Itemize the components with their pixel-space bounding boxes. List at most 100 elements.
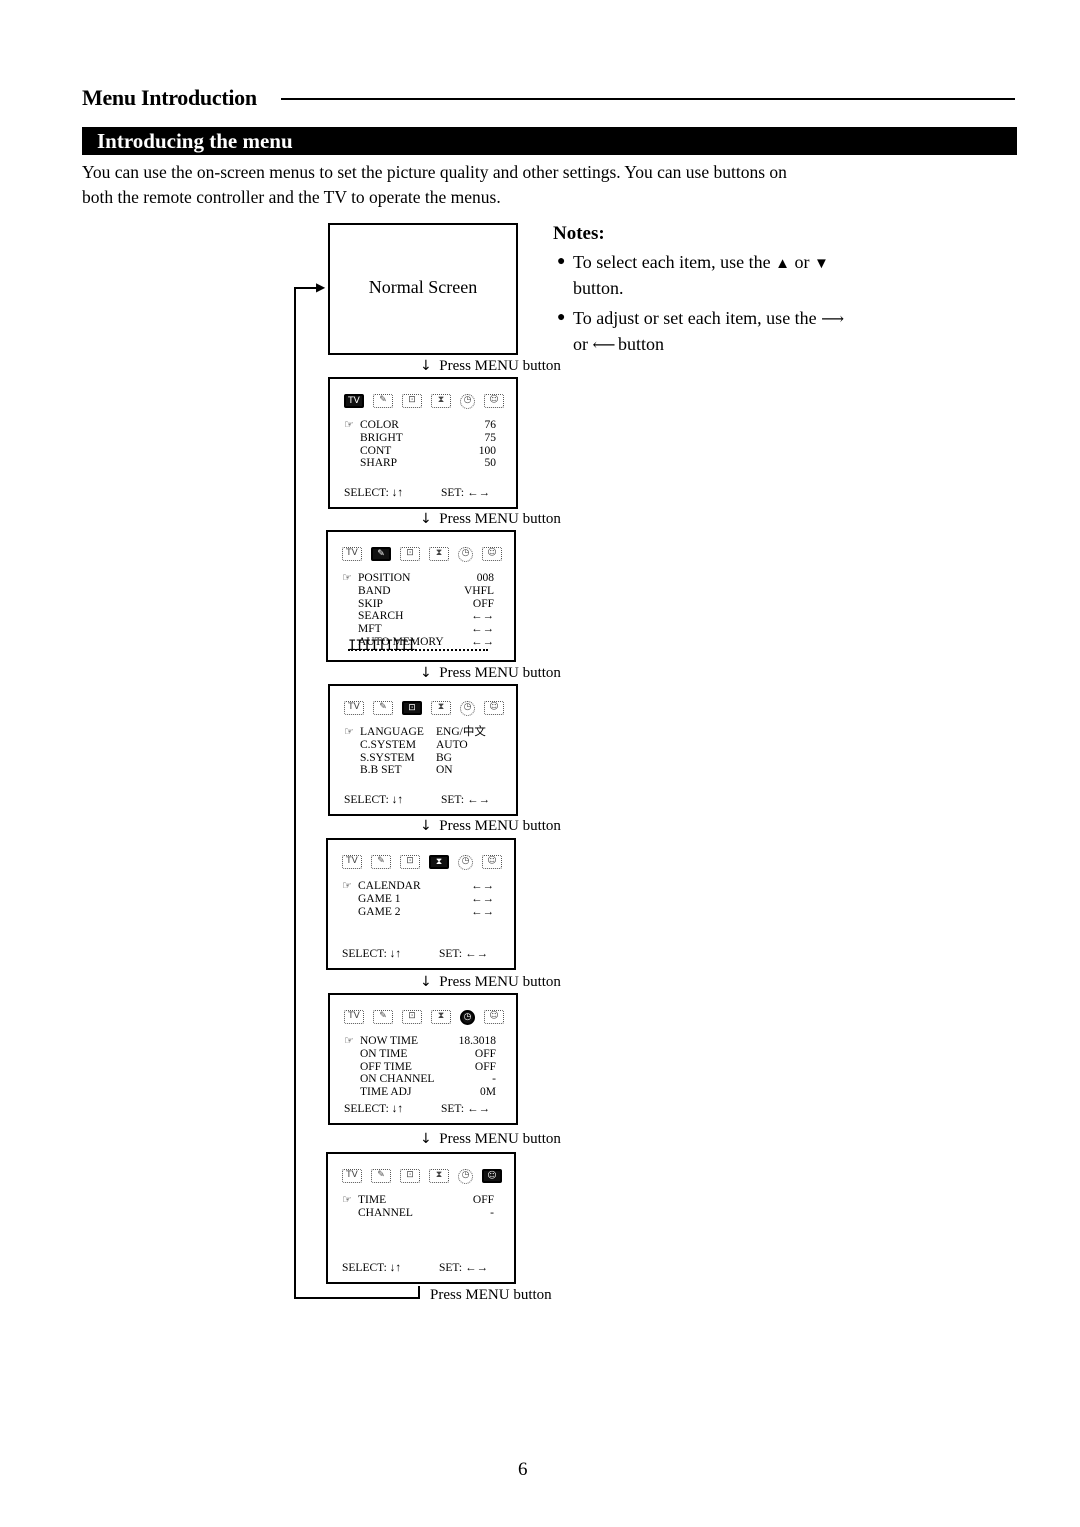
menu-item: ☞ TIME OFF: [342, 1193, 494, 1207]
loop-arrowhead-icon: ▶: [316, 280, 326, 294]
menu-tab-icons: TV ✎ ⊡ ⧗ ◷ ☺: [342, 1169, 502, 1184]
menu-item: ☞ POSITION 008: [342, 571, 494, 585]
child-lock-icon: ☺: [484, 1010, 504, 1024]
pointer-hand-icon: [342, 610, 358, 623]
bullet-icon: ●: [557, 254, 566, 269]
pointer-hand-icon: [344, 1086, 360, 1099]
menu-item-value: ←→: [471, 623, 494, 636]
menu-item-label: ON CHANNEL: [360, 1073, 435, 1086]
menu-item: BRIGHT 75: [344, 432, 496, 445]
note-text: button.: [573, 278, 624, 298]
loop-connector-up: [418, 1286, 420, 1299]
press-menu-label: ↓ Press MENU button: [420, 358, 561, 375]
tv-picture-icon: TV: [344, 701, 364, 715]
menu-tab-icons: TV ✎ ⊡ ⧗ ◷ ☺: [342, 855, 502, 870]
press-menu-label: ↓ Press MENU button: [420, 1131, 561, 1148]
menu-items: ☞ CALENDAR ←→ GAME 1 ←→ GAME 2 ←→: [342, 879, 494, 918]
page-number: 6: [518, 1459, 528, 1480]
press-menu-text: Press MENU button: [430, 1287, 552, 1303]
menu-item-label: TIME ADJ: [360, 1086, 412, 1099]
pointer-hand-icon: ☞: [344, 725, 354, 738]
select-label: SELECT:: [342, 948, 387, 960]
menu-item-label: B.B SET: [360, 764, 402, 777]
clock-timer-icon: ◷: [460, 701, 475, 716]
menu-item-label: POSITION: [358, 572, 411, 584]
antenna-tuning-icon: ✎: [373, 701, 393, 715]
pointer-hand-icon: [342, 623, 358, 636]
menu-item: B.B SET ON: [344, 764, 496, 777]
menu-item-label: MFT: [358, 623, 382, 636]
menu-tab-icons: TV ✎ ⊡ ⧗ ◷ ☺: [344, 394, 504, 409]
menu-item-value: OFF: [474, 1060, 496, 1073]
menu-item: ☞ LANGUAGE ENG/中文: [344, 725, 496, 739]
menu-item: ☞ CALENDAR ←→: [342, 879, 494, 893]
menu-item-label: LANGUAGE: [360, 726, 424, 738]
menu-item-value: 50: [484, 457, 497, 470]
menu-tab-icons: TV ✎ ⊡ ⧗ ◷ ☺: [344, 701, 504, 716]
press-menu-text: Press MENU button: [439, 511, 561, 527]
down-arrow-icon: ↓: [420, 974, 432, 990]
menu-item: ☞ NOW TIME 18.3018: [344, 1034, 496, 1048]
set-label: SET:: [439, 948, 463, 960]
menu-item-value: 0M: [480, 1086, 496, 1099]
game-icon: ⧗: [431, 701, 451, 715]
pointer-hand-icon: [342, 585, 358, 598]
left-right-arrows-icon: ←→: [466, 487, 490, 499]
menu-footer: SELECT: ↓↑ SET: ←→: [344, 794, 500, 806]
pointer-hand-icon: [342, 598, 358, 611]
menu-item: SHARP 50: [344, 457, 496, 470]
menu-item-label: S.SYSTEM: [360, 751, 415, 764]
clock-timer-icon: ◷: [460, 394, 475, 409]
left-right-arrows-icon: ←→: [466, 794, 490, 806]
set-label: SET:: [441, 794, 465, 806]
select-label: SELECT:: [344, 1103, 389, 1115]
normal-screen-label: Normal Screen: [368, 277, 478, 297]
up-down-arrows-icon: ↓↑: [391, 794, 404, 806]
menu-item: SEARCH ←→: [342, 610, 494, 623]
tv-picture-icon: TV: [342, 855, 362, 869]
press-menu-text: Press MENU button: [439, 358, 561, 374]
child-lock-icon: ☺: [482, 1169, 502, 1183]
note-text: or: [573, 334, 588, 354]
down-triangle-icon: ▼: [814, 256, 829, 272]
auto-memory-progress: IIIIIIIII: [348, 638, 416, 654]
antenna-tuning-icon: ✎: [371, 547, 391, 561]
subheader-bar: Introducing the menu: [82, 127, 1017, 155]
menu-item: ON TIME OFF: [344, 1048, 496, 1061]
bullet-icon: ●: [557, 310, 566, 325]
child-lock-icon: ☺: [484, 394, 504, 408]
right-arrow-icon: ⟶: [821, 311, 844, 328]
down-arrow-icon: ↓: [420, 665, 432, 681]
left-right-arrows-icon: ←→: [464, 948, 488, 960]
press-menu-label: ↓ Press MENU button: [420, 511, 561, 528]
game-icon: ⧗: [431, 1010, 451, 1024]
menu-item-value: 008: [476, 572, 494, 584]
loop-connector-left: [294, 287, 296, 1299]
press-menu-text: Press MENU button: [439, 665, 561, 681]
tv-picture-icon: TV: [342, 1169, 362, 1183]
menu-screen-function: TV ✎ ⊡ ⧗ ◷ ☺ ☞ LANGUAGE ENG/中文 C.SYSTEM AUTO S.SYST…: [328, 684, 518, 816]
note-text: or: [794, 252, 810, 272]
press-menu-label: ↓ Press MENU button: [420, 974, 561, 991]
menu-tab-icons: TV ✎ ⊡ ⧗ ◷ ☺: [342, 547, 502, 562]
menu-item-value: OFF: [472, 597, 494, 610]
antenna-tuning-icon: ✎: [371, 1169, 391, 1183]
menu-item-label: GAME 1: [358, 892, 401, 905]
menu-item-label: COLOR: [360, 419, 399, 431]
menu-item: TIME ADJ 0M: [344, 1086, 496, 1099]
menu-item-value: BG: [436, 751, 452, 764]
section-title: Menu Introduction: [82, 85, 257, 110]
notes-title: Notes:: [553, 223, 605, 244]
menu-item: ☞ COLOR 76: [344, 418, 496, 432]
menu-item-label: BRIGHT: [360, 431, 403, 444]
press-menu-label: ↓ Press MENU button: [420, 818, 561, 835]
note-text: To select each item, use the: [573, 252, 771, 272]
select-label: SELECT:: [344, 487, 389, 499]
menu-item-label: C.SYSTEM: [360, 738, 416, 751]
game-icon: ⧗: [429, 547, 449, 561]
menu-item-value: 75: [484, 431, 497, 444]
left-right-arrows-icon: ←→: [464, 1262, 488, 1274]
up-down-arrows-icon: ↓↑: [389, 1262, 402, 1274]
menu-item-value: OFF: [472, 1194, 494, 1206]
menu-item: S.SYSTEM BG: [344, 752, 496, 765]
